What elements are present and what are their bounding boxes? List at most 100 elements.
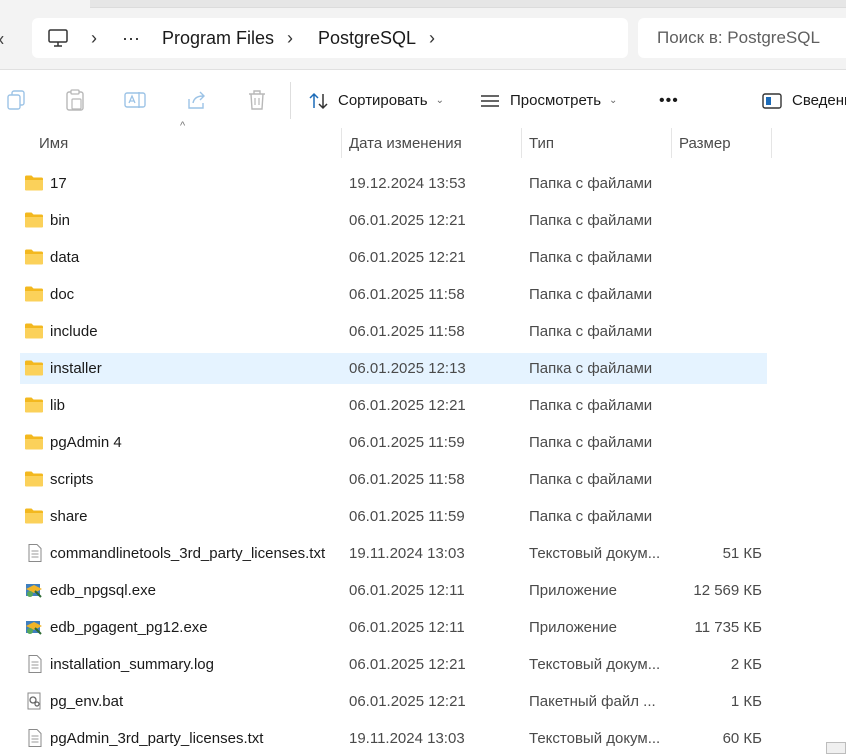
file-type: Приложение — [529, 582, 617, 599]
details-pane-button[interactable]: Сведения — [762, 70, 846, 131]
file-row[interactable]: 17 19.12.2024 13:53 Папка с файлами — [20, 168, 767, 199]
file-row[interactable]: edb_pgagent_pg12.exe 06.01.2025 12:11 Прил… — [20, 612, 767, 643]
sort-icon — [309, 92, 329, 110]
sort-label: Сортировать — [338, 92, 428, 109]
column-header-date[interactable]: Дата изменения — [349, 130, 462, 158]
file-row[interactable]: include 06.01.2025 11:58 Папка с файлами — [20, 316, 767, 347]
file-name: installer — [50, 360, 102, 377]
file-type: Папка с файлами — [529, 471, 653, 488]
chevron-down-icon: ⌄ — [609, 95, 618, 106]
folder-icon — [24, 285, 44, 303]
file-date: 06.01.2025 12:21 — [349, 656, 466, 673]
share-icon[interactable] — [186, 89, 208, 111]
file-name: include — [50, 323, 98, 340]
search-input[interactable]: Поиск в: PostgreSQL — [638, 18, 846, 58]
search-placeholder: Поиск в: PostgreSQL — [657, 28, 820, 47]
file-name: data — [50, 249, 80, 266]
column-header-size[interactable]: Размер — [679, 130, 731, 158]
file-row[interactable]: scripts 06.01.2025 11:58 Папка с файлами — [20, 464, 767, 495]
file-row[interactable]: pgAdmin 4 06.01.2025 11:59 Папка с файлами — [20, 427, 767, 458]
file-name: pgAdmin 4 — [50, 434, 122, 451]
file-type: Папка с файлами — [529, 508, 653, 525]
back-chevron-icon[interactable] — [0, 31, 4, 45]
folder-icon — [24, 470, 44, 488]
column-divider[interactable] — [771, 128, 772, 158]
folder-icon — [24, 248, 44, 266]
paste-icon[interactable] — [64, 89, 86, 111]
file-row[interactable]: pg_env.bat 06.01.2025 12:21 Пакетный файл … — [20, 686, 767, 717]
file-row[interactable]: doc 06.01.2025 11:58 Папка с файлами — [20, 279, 767, 310]
file-row[interactable]: edb_npgsql.exe 06.01.2025 12:11 Приложение… — [20, 575, 767, 606]
resize-grip[interactable] — [826, 742, 846, 754]
file-date: 19.11.2024 13:03 — [349, 545, 465, 562]
folder-icon — [24, 433, 44, 451]
file-row[interactable]: pgAdmin_3rd_party_licenses.txt 19.11.2024… — [20, 723, 767, 754]
column-divider[interactable] — [341, 128, 342, 158]
column-header-type[interactable]: Тип — [529, 130, 554, 158]
file-type: Папка с файлами — [529, 397, 653, 414]
file-type: Текстовый докум... — [529, 545, 661, 562]
installer-exe-icon — [24, 618, 44, 636]
file-row[interactable]: installation_summary.log 06.01.2025 12:21… — [20, 649, 767, 680]
chevron-right-icon[interactable]: › — [429, 18, 435, 58]
delete-icon[interactable] — [246, 89, 268, 111]
installer-exe-icon — [24, 581, 44, 599]
file-name: commandlinetools_3rd_party_licenses.txt — [50, 545, 326, 562]
file-type: Папка с файлами — [529, 360, 653, 377]
copy-icon[interactable] — [6, 89, 28, 111]
folder-icon — [24, 322, 44, 340]
text-file-icon — [24, 729, 44, 747]
file-name: pgAdmin_3rd_party_licenses.txt — [50, 730, 264, 747]
file-date: 19.12.2024 13:53 — [349, 175, 466, 192]
this-pc-icon[interactable] — [48, 18, 68, 58]
file-row[interactable]: bin 06.01.2025 12:21 Папка с файлами — [20, 205, 767, 236]
file-name: installation_summary.log — [50, 656, 214, 673]
file-date: 06.01.2025 11:58 — [349, 286, 465, 303]
file-date: 06.01.2025 12:13 — [349, 360, 466, 377]
column-header-name[interactable]: Имя — [39, 130, 68, 158]
chevron-right-icon[interactable]: › — [91, 18, 97, 58]
text-file-icon — [24, 655, 44, 673]
file-row[interactable]: share 06.01.2025 11:59 Папка с файлами — [20, 501, 767, 532]
file-name: lib — [50, 397, 66, 414]
view-button[interactable]: Просмотреть ⌄ — [480, 70, 617, 131]
details-pane-icon — [762, 92, 782, 109]
details-label: Сведения — [792, 92, 846, 109]
file-date: 06.01.2025 12:21 — [349, 212, 466, 229]
folder-icon — [24, 359, 44, 377]
column-divider[interactable] — [521, 128, 522, 158]
file-date: 06.01.2025 12:21 — [349, 249, 466, 266]
breadcrumb-postgresql[interactable]: PostgreSQL — [318, 18, 416, 58]
sort-button[interactable]: Сортировать ⌄ — [309, 70, 444, 131]
file-date: 06.01.2025 11:59 — [349, 508, 465, 525]
file-row[interactable]: installer 06.01.2025 12:13 Папка с файлами — [20, 353, 767, 384]
file-type: Папка с файлами — [529, 323, 653, 340]
rename-icon[interactable] — [124, 89, 146, 111]
file-date: 06.01.2025 12:21 — [349, 693, 466, 710]
file-size: 60 КБ — [722, 730, 762, 747]
file-type: Папка с файлами — [529, 434, 653, 451]
file-name: bin — [50, 212, 71, 229]
sort-ascending-icon: ^ — [180, 120, 186, 132]
folder-icon — [24, 507, 44, 525]
file-row[interactable]: commandlinetools_3rd_party_licenses.txt 1… — [20, 538, 767, 569]
folder-icon — [24, 174, 44, 192]
file-date: 06.01.2025 11:59 — [349, 434, 465, 451]
file-date: 06.01.2025 12:11 — [349, 582, 465, 599]
breadcrumb-program-files[interactable]: Program Files — [162, 18, 274, 58]
text-file-icon — [24, 544, 44, 562]
chevron-down-icon: ⌄ — [435, 95, 445, 106]
more-options-button[interactable]: ••• — [659, 70, 679, 131]
file-size: 11 735 КБ — [694, 619, 762, 636]
file-name: share — [50, 508, 88, 525]
file-row[interactable]: data 06.01.2025 12:21 Папка с файлами — [20, 242, 767, 273]
file-type: Текстовый докум... — [529, 730, 661, 747]
breadcrumb-overflow[interactable]: ··· — [122, 18, 140, 58]
column-divider[interactable] — [671, 128, 672, 158]
toolbar-separator — [290, 82, 291, 119]
file-row[interactable]: lib 06.01.2025 12:21 Папка с файлами — [20, 390, 767, 421]
folder-icon — [24, 211, 44, 229]
chevron-right-icon[interactable]: › — [287, 18, 293, 58]
breadcrumb[interactable]: › ··· Program Files › PostgreSQL › — [32, 18, 628, 58]
file-size: 2 КБ — [730, 656, 762, 673]
